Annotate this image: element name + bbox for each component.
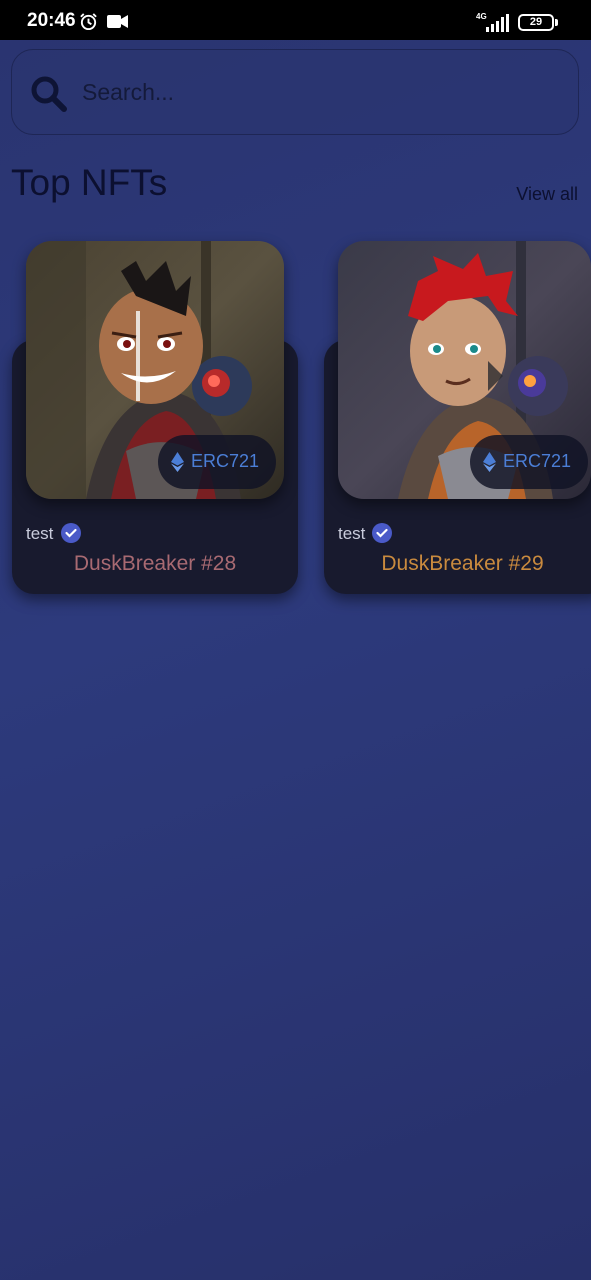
owner-name[interactable]: test (338, 524, 365, 544)
alarm-icon (80, 13, 97, 31)
video-camera-icon (107, 15, 128, 28)
owner-name[interactable]: test (26, 524, 53, 544)
token-standard-label: ERC721 (191, 451, 260, 471)
verified-badge-icon (61, 523, 81, 543)
token-standard-chip: ERC721 (158, 435, 276, 489)
battery-level: 29 (529, 16, 543, 28)
ethereum-icon (171, 452, 184, 472)
status-bar: 20:46 4G 29 (0, 0, 591, 40)
status-time: 20:46 (27, 10, 76, 31)
search-input[interactable] (82, 72, 552, 112)
battery-tip (555, 19, 558, 26)
verified-badge-icon (372, 523, 392, 543)
signal-icon (486, 14, 509, 32)
search-box[interactable] (11, 49, 579, 135)
search-icon (31, 76, 67, 112)
section-title: Top NFTs (11, 162, 168, 203)
ethereum-icon (483, 452, 496, 472)
token-standard-label: ERC721 (503, 451, 572, 471)
nft-name[interactable]: DuskBreaker #29 (324, 552, 591, 576)
nft-name[interactable]: DuskBreaker #28 (12, 552, 298, 576)
view-all-link[interactable]: View all (516, 184, 578, 205)
token-standard-chip: ERC721 (470, 435, 588, 489)
battery-icon: 29 (518, 14, 554, 31)
